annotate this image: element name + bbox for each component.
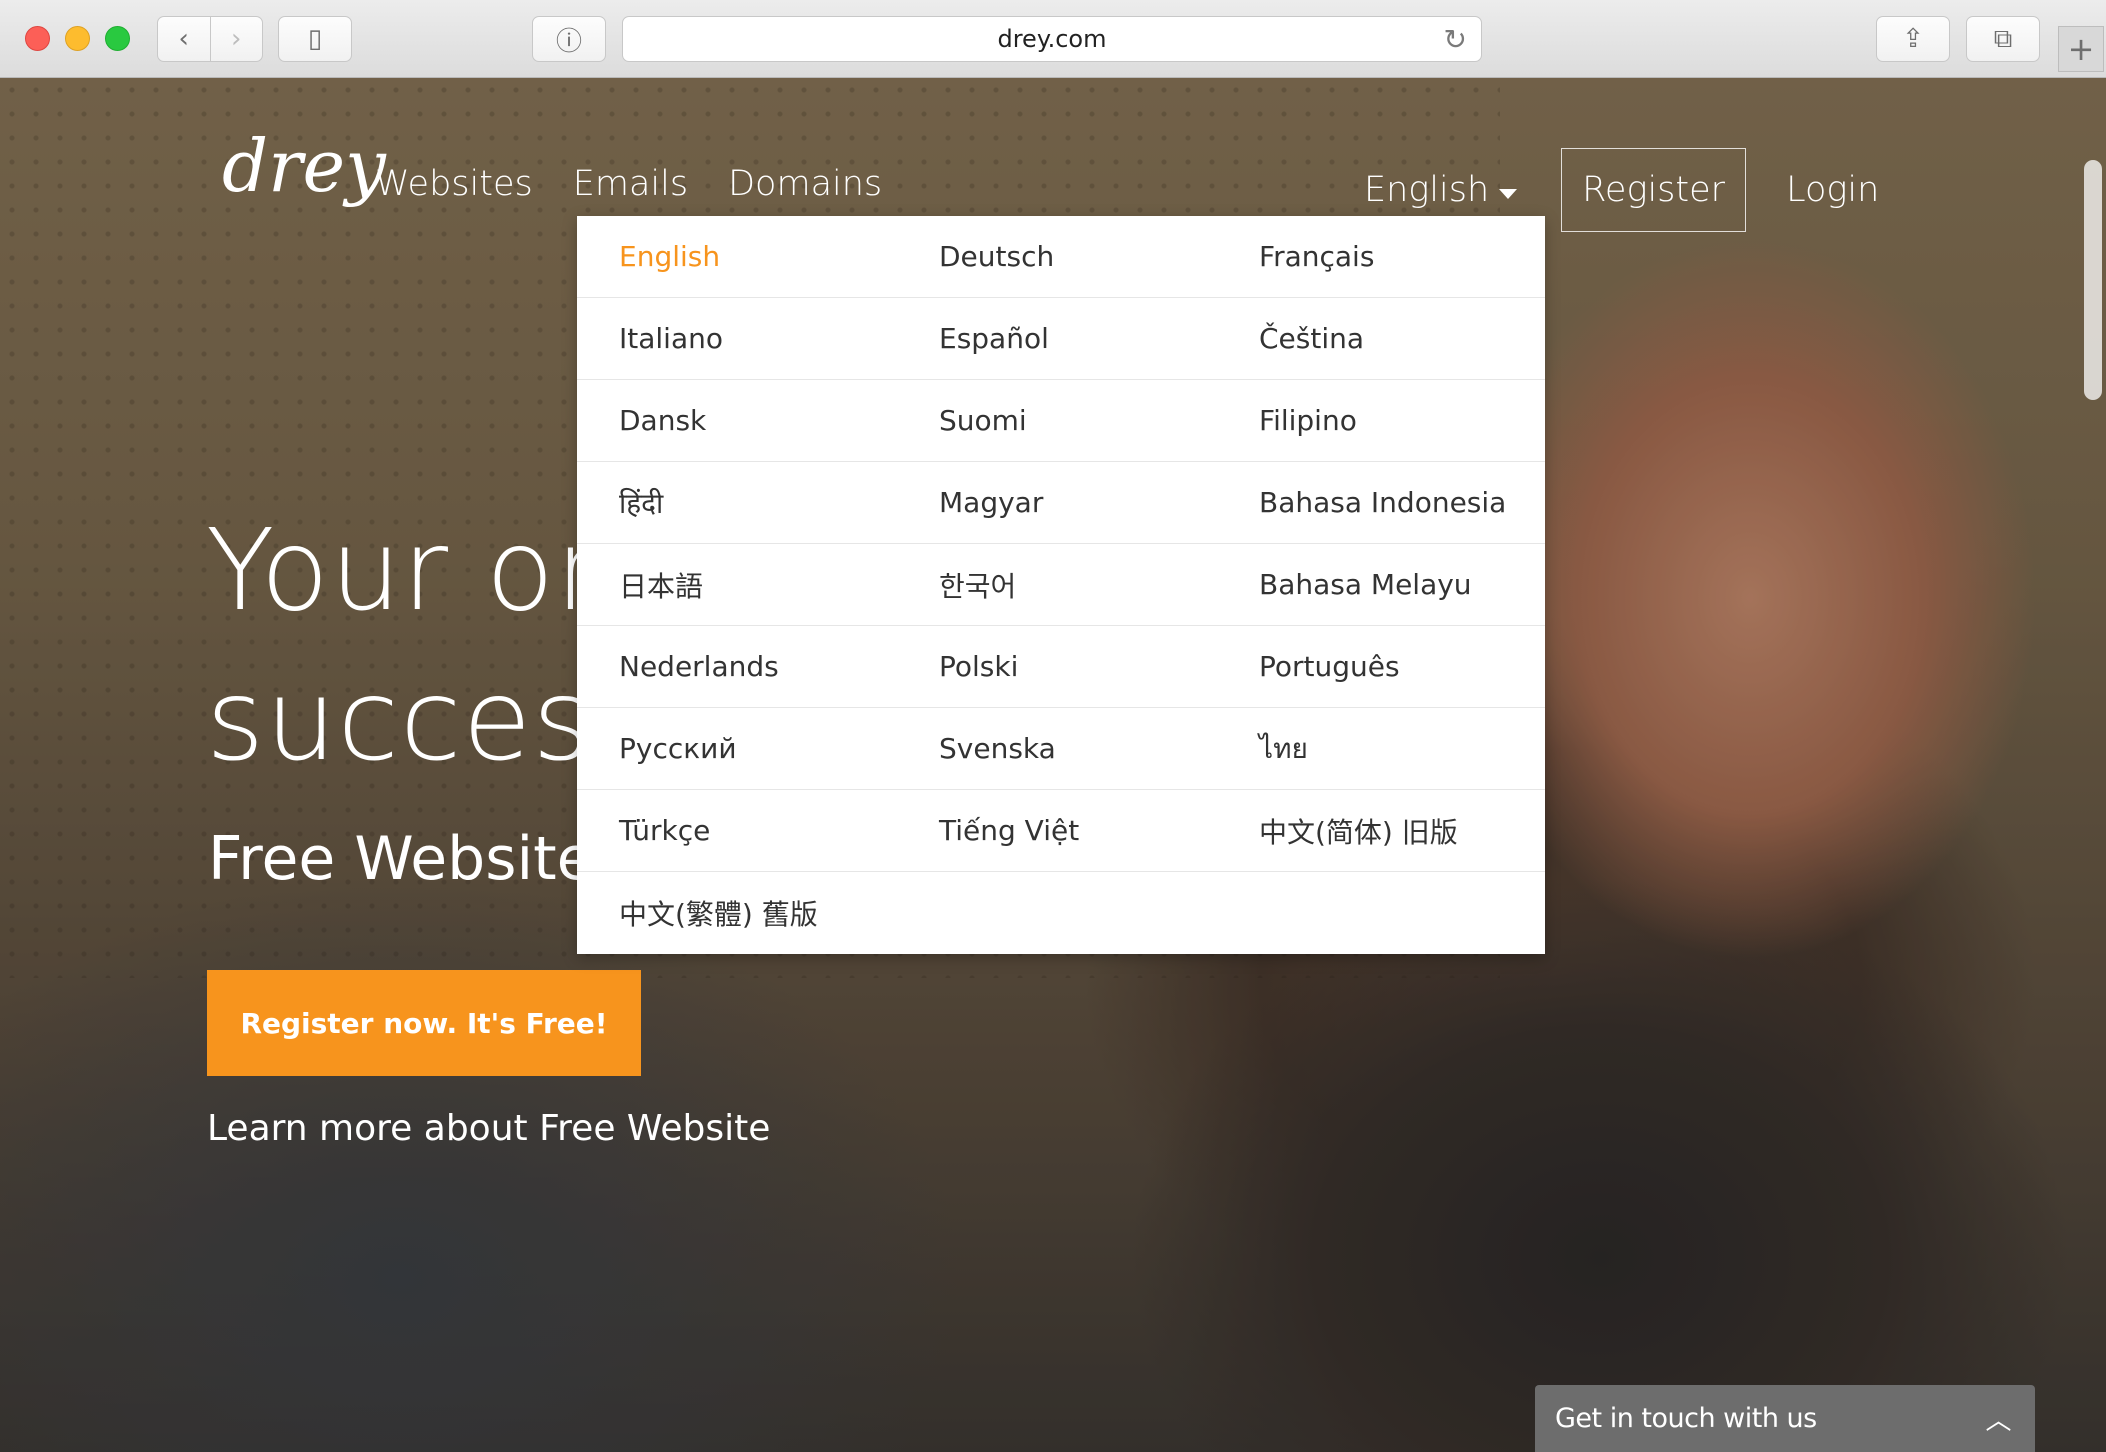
language-option-nederlands[interactable]: Nederlands <box>577 626 897 707</box>
tabs-icon: ⧉ <box>1993 23 2013 54</box>
main-nav: Websites Emails Domains <box>375 164 882 204</box>
language-option-english[interactable]: English <box>577 216 897 297</box>
language-option-portugues[interactable]: Português <box>1217 626 1537 707</box>
caret-down-icon <box>1499 189 1518 199</box>
site-logo[interactable]: drey <box>222 116 386 256</box>
language-option-thai[interactable]: ไทย <box>1217 708 1537 789</box>
reload-icon[interactable]: ↻ <box>1444 23 1467 56</box>
nav-domains[interactable]: Domains <box>728 164 882 204</box>
browser-toolbar: ‹ › ▯ ⓘ drey.com ↻ ⇪ ⧉ + <box>0 0 2106 78</box>
page-scrollbar[interactable] <box>2084 160 2102 400</box>
language-dropdown: English Deutsch Français Italiano Españo… <box>577 216 1545 954</box>
language-option-cestina[interactable]: Čeština <box>1217 298 1537 379</box>
sidebar-icon: ▯ <box>307 24 323 54</box>
plus-icon: + <box>2067 30 2095 68</box>
privacy-report-button[interactable]: ⓘ <box>532 16 606 62</box>
language-selector[interactable]: English <box>1364 170 1518 210</box>
language-option-turkce[interactable]: Türkçe <box>577 790 897 871</box>
language-option-italiano[interactable]: Italiano <box>577 298 897 379</box>
language-row: 中文(繁體) 舊版 <box>577 872 1545 954</box>
chevron-up-icon[interactable]: ︿ <box>1985 1400 2011 1437</box>
share-button[interactable]: ⇪ <box>1876 16 1950 62</box>
learn-more-link[interactable]: Learn more about Free Website <box>207 1108 770 1149</box>
register-nav-label: Register <box>1582 170 1726 210</box>
forward-icon[interactable]: › <box>211 17 263 61</box>
register-cta-button[interactable]: Register now. It's Free! <box>207 970 641 1076</box>
language-option-suomi[interactable]: Suomi <box>897 380 1217 461</box>
language-option-bahasa-melayu[interactable]: Bahasa Melayu <box>1217 544 1537 625</box>
language-row: Dansk Suomi Filipino <box>577 380 1545 462</box>
share-icon: ⇪ <box>1902 24 1924 54</box>
language-row: 日本語 한국어 Bahasa Melayu <box>577 544 1545 626</box>
new-tab-button[interactable]: + <box>2058 26 2104 72</box>
language-option-espanol[interactable]: Español <box>897 298 1217 379</box>
language-option-svenska[interactable]: Svenska <box>897 708 1217 789</box>
login-link[interactable]: Login <box>1786 170 1879 210</box>
hero-subheading: Free Website <box>208 824 594 894</box>
url-text: drey.com <box>997 25 1107 53</box>
language-row: Italiano Español Čeština <box>577 298 1545 380</box>
language-option-korean[interactable]: 한국어 <box>897 544 1217 625</box>
nav-emails[interactable]: Emails <box>573 164 688 204</box>
close-window-button[interactable] <box>25 26 50 51</box>
privacy-icon: ⓘ <box>555 26 582 57</box>
chat-widget[interactable]: Get in touch with us ︿ <box>1535 1385 2035 1452</box>
language-option-dansk[interactable]: Dansk <box>577 380 897 461</box>
language-row: English Deutsch Français <box>577 216 1545 298</box>
back-icon[interactable]: ‹ <box>158 17 210 61</box>
register-nav-button[interactable]: Register <box>1561 148 1747 232</box>
history-nav-group: ‹ › <box>157 16 263 62</box>
language-option-magyar[interactable]: Magyar <box>897 462 1217 543</box>
language-option-russian[interactable]: Русский <box>577 708 897 789</box>
language-option-filipino[interactable]: Filipino <box>1217 380 1537 461</box>
language-option-chinese-simplified[interactable]: 中文(简体) 旧版 <box>1217 790 1537 871</box>
nav-websites[interactable]: Websites <box>375 164 533 204</box>
language-row: Nederlands Polski Português <box>577 626 1545 708</box>
zoom-window-button[interactable] <box>105 26 130 51</box>
chat-label: Get in touch with us <box>1555 1403 1817 1434</box>
address-bar[interactable]: drey.com ↻ <box>622 16 1482 62</box>
language-option-bahasa-indonesia[interactable]: Bahasa Indonesia <box>1217 462 1537 543</box>
minimize-window-button[interactable] <box>65 26 90 51</box>
language-option-hindi[interactable]: हिंदी <box>577 462 897 543</box>
language-row: Русский Svenska ไทย <box>577 708 1545 790</box>
language-option-japanese[interactable]: 日本語 <box>577 544 897 625</box>
language-option-chinese-traditional[interactable]: 中文(繁體) 舊版 <box>577 872 977 954</box>
language-row: Türkçe Tiếng Việt 中文(简体) 旧版 <box>577 790 1545 872</box>
sidebar-toggle-button[interactable]: ▯ <box>278 16 352 62</box>
language-option-vietnamese[interactable]: Tiếng Việt <box>897 790 1217 871</box>
language-option-polski[interactable]: Polski <box>897 626 1217 707</box>
language-option-francais[interactable]: Français <box>1217 216 1537 297</box>
language-selector-label: English <box>1364 170 1490 210</box>
page-content: drey Websites Emails Domains English Reg… <box>0 78 2106 1452</box>
language-option-deutsch[interactable]: Deutsch <box>897 216 1217 297</box>
language-row: हिंदी Magyar Bahasa Indonesia <box>577 462 1545 544</box>
show-tabs-button[interactable]: ⧉ <box>1966 16 2040 62</box>
